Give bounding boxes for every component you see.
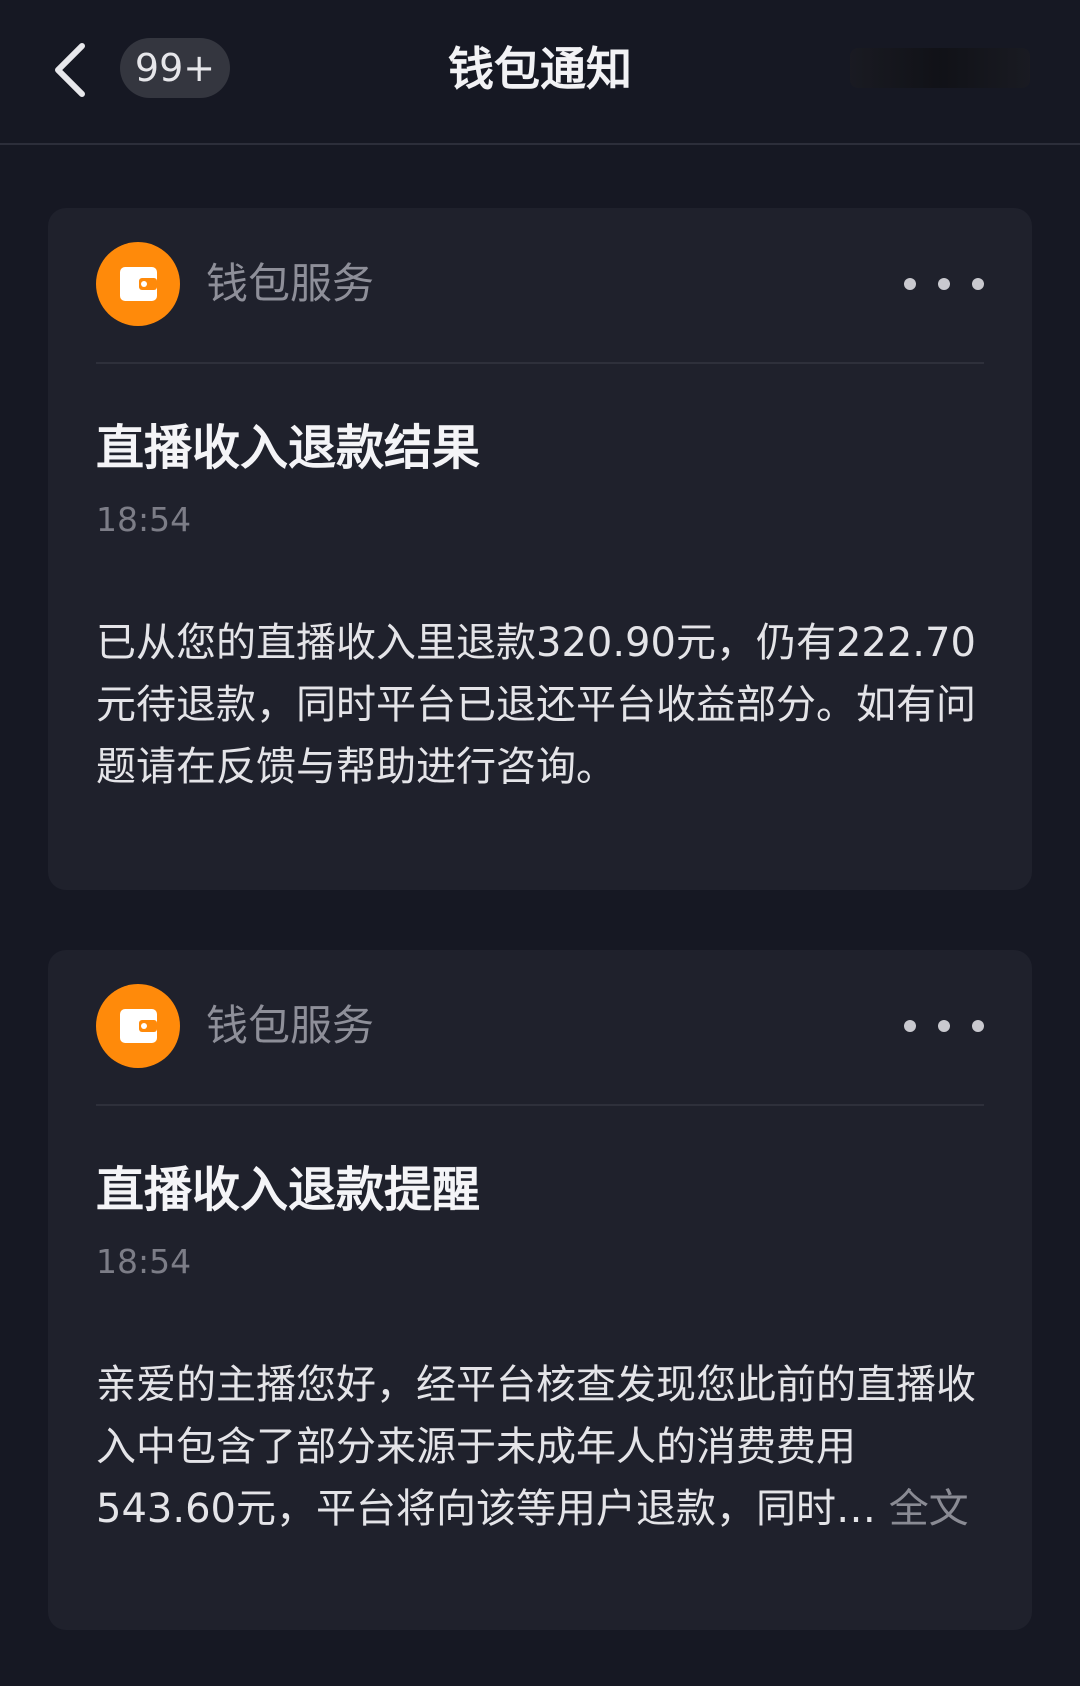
sender-name: 钱包服务 (206, 259, 375, 308)
notification-body-text: 亲爱的主播您好，经平台核查发现您此前的直播收入中包含了部分来源于未成年人的消费费… (96, 1362, 976, 1532)
dot-icon (938, 1020, 950, 1032)
notification-title: 直播收入退款提醒 (96, 1162, 481, 1218)
dot-icon (972, 1020, 984, 1032)
dot-icon (972, 278, 984, 290)
wallet-icon (120, 267, 157, 301)
card-header: 钱包服务 (96, 242, 984, 328)
notification-title: 直播收入退款结果 (96, 420, 481, 476)
top-bar: 99+ 钱包通知 (0, 0, 1080, 145)
divider (96, 1104, 984, 1106)
wallet-icon (120, 1009, 157, 1043)
more-options-button[interactable] (904, 262, 984, 306)
divider (96, 362, 984, 364)
notification-time: 18:54 (96, 500, 192, 539)
notification-body: 已从您的直播收入里退款320.90元，仍有222.70元待退款，同时平台已退还平… (96, 612, 988, 798)
dot-icon (904, 278, 916, 290)
notification-body-text: 已从您的直播收入里退款320.90元，仍有222.70元待退款，同时平台已退还平… (96, 620, 976, 790)
wallet-avatar[interactable] (96, 984, 180, 1068)
notification-card[interactable]: 钱包服务 直播收入退款提醒 18:54 亲爱的主播您好，经平台核查发现您此前的直… (48, 950, 1032, 1630)
notification-time: 18:54 (96, 1242, 192, 1281)
card-header: 钱包服务 (96, 984, 984, 1070)
read-more-link[interactable]: 全文 (889, 1486, 969, 1532)
wallet-avatar[interactable] (96, 242, 180, 326)
dot-icon (938, 278, 950, 290)
sender-name: 钱包服务 (206, 1001, 375, 1050)
notification-card[interactable]: 钱包服务 直播收入退款结果 18:54 已从您的直播收入里退款320.90元，仍… (48, 208, 1032, 890)
blurred-watermark (850, 48, 1030, 88)
dot-icon (904, 1020, 916, 1032)
more-options-button[interactable] (904, 1004, 984, 1048)
notification-body: 亲爱的主播您好，经平台核查发现您此前的直播收入中包含了部分来源于未成年人的消费费… (96, 1354, 988, 1540)
